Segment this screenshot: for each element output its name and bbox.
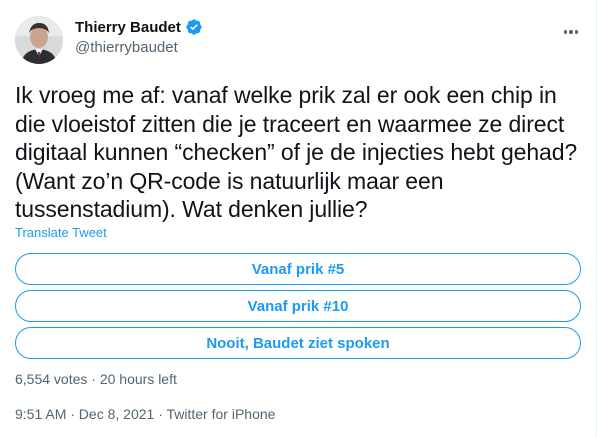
tweet-card: Thierry Baudet @thierrybaudet Ik vroeg m…	[0, 0, 597, 438]
handle[interactable]: @thierrybaudet	[75, 39, 178, 56]
more-options-icon[interactable]	[561, 22, 581, 42]
tweet-timestamp[interactable]: 9:51 AM · Dec 8, 2021 · Twitter for iPho…	[15, 406, 275, 422]
poll-option-2[interactable]: Vanaf prik #10	[15, 290, 581, 322]
poll-option-1[interactable]: Vanaf prik #5	[15, 253, 581, 285]
display-name[interactable]: Thierry Baudet	[75, 19, 181, 36]
verified-badge-icon	[185, 18, 203, 36]
name-row: Thierry Baudet	[75, 18, 203, 36]
tweet-header: Thierry Baudet @thierrybaudet	[15, 13, 581, 65]
poll-meta: 6,554 votes · 20 hours left	[15, 371, 177, 387]
translate-tweet-link[interactable]: Translate Tweet	[15, 225, 107, 240]
avatar[interactable]	[15, 16, 63, 64]
poll-option-3[interactable]: Nooit, Baudet ziet spoken	[15, 327, 581, 359]
avatar-image	[15, 16, 63, 64]
poll: Vanaf prik #5 Vanaf prik #10 Nooit, Baud…	[15, 253, 581, 364]
tweet-text: Ik vroeg me af: vanaf welke prik zal er …	[15, 82, 584, 223]
